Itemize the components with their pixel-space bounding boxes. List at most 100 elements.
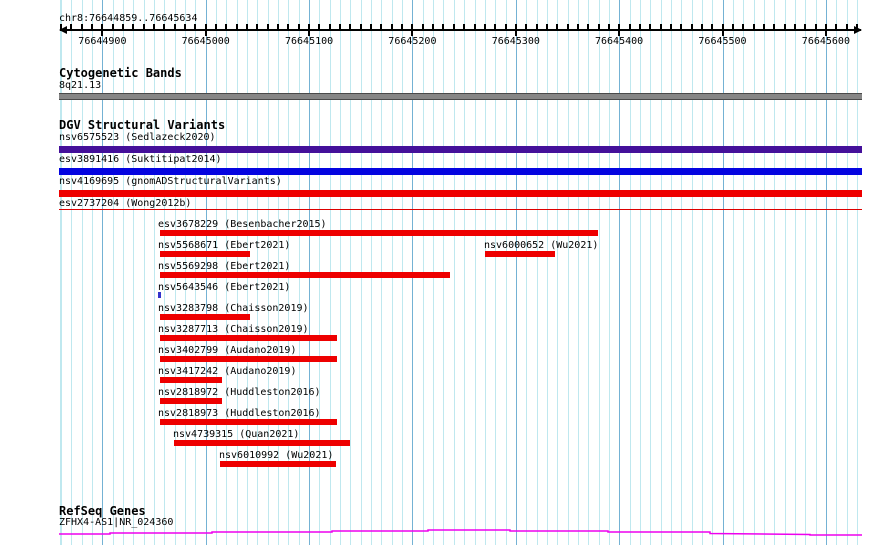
ruler-minor-tick: [680, 24, 682, 30]
variant-label[interactable]: nsv5568671 (Ebert2021): [158, 240, 290, 251]
variant-bar[interactable]: [59, 168, 862, 175]
ruler-minor-tick: [298, 24, 300, 30]
ruler-minor-tick: [122, 24, 124, 30]
ruler-minor-tick: [587, 24, 589, 30]
ruler-minor-tick: [474, 24, 476, 30]
variant-label[interactable]: nsv3402799 (Audano2019): [158, 345, 296, 356]
variant-bar[interactable]: [160, 314, 250, 320]
ruler-minor-tick: [442, 24, 444, 30]
ruler-minor-tick: [577, 24, 579, 30]
ruler-tick-label: 76645100: [279, 36, 339, 47]
variant-bar[interactable]: [220, 461, 336, 467]
gridline-major: [102, 0, 103, 545]
ruler-minor-tick: [287, 24, 289, 30]
gridline-minor: [475, 0, 476, 545]
variant-label[interactable]: nsv5569298 (Ebert2021): [158, 261, 290, 272]
gridline-minor: [557, 0, 558, 545]
variant-label[interactable]: nsv4169695 (gnomADStructuralVariants): [59, 176, 282, 187]
variant-label[interactable]: nsv3417242 (Audano2019): [158, 366, 296, 377]
ruler-minor-tick: [380, 24, 382, 30]
ruler-tick-label: 76644900: [72, 36, 132, 47]
ruler-tick-label: 76645500: [693, 36, 753, 47]
ruler-minor-tick: [432, 24, 434, 30]
gridline-minor: [847, 0, 848, 545]
gridline-minor: [681, 0, 682, 545]
ruler-minor-tick: [60, 24, 62, 30]
ruler-minor-tick: [184, 24, 186, 30]
gridline-minor: [609, 0, 610, 545]
gridline-minor: [547, 0, 548, 545]
ruler-minor-tick: [804, 24, 806, 30]
variant-label[interactable]: nsv3283798 (Chaisson2019): [158, 303, 309, 314]
gridline-minor: [816, 0, 817, 545]
ruler-minor-tick: [567, 24, 569, 30]
gridline-minor: [764, 0, 765, 545]
variant-label[interactable]: nsv6575523 (Sedlazeck2020): [59, 132, 216, 143]
gridline-minor: [692, 0, 693, 545]
ruler-minor-tick: [194, 24, 196, 30]
gridline-minor: [133, 0, 134, 545]
ruler-minor-tick: [763, 24, 765, 30]
ruler-tick-label: 76645000: [176, 36, 236, 47]
section-header-dgv-structural-variants: DGV Structural Variants: [59, 119, 225, 132]
ruler-major-tick: [308, 24, 310, 36]
gridline-minor: [661, 0, 662, 545]
variant-bar[interactable]: [160, 356, 337, 362]
gridline-minor: [805, 0, 806, 545]
variant-label[interactable]: nsv4739315 (Quan2021): [173, 429, 299, 440]
variant-bar[interactable]: [160, 335, 337, 341]
ruler-minor-tick: [846, 24, 848, 30]
genome-browser-view: chr8:76644859..76645634 7664490076645000…: [0, 0, 890, 545]
ruler-minor-tick: [153, 24, 155, 30]
variant-label[interactable]: nsv3287713 (Chaisson2019): [158, 324, 309, 335]
variant-label[interactable]: nsv2818973 (Huddleston2016): [158, 408, 321, 419]
gridline-major: [826, 0, 827, 545]
cytoband-label: 8q21.13: [59, 80, 101, 91]
gridline-minor: [123, 0, 124, 545]
ruler-major-tick: [825, 24, 827, 36]
variant-label[interactable]: nsv6000652 (Wu2021): [484, 240, 598, 251]
variant-label[interactable]: esv3678229 (Besenbacher2015): [158, 219, 327, 230]
ruler-minor-tick: [608, 24, 610, 30]
ruler-minor-tick: [112, 24, 114, 30]
ruler-minor-tick: [256, 24, 258, 30]
variant-bar[interactable]: [160, 398, 222, 404]
variant-bar[interactable]: [174, 440, 350, 446]
gridline-minor: [712, 0, 713, 545]
variant-label[interactable]: esv3891416 (Suktitipat2014): [59, 154, 222, 165]
ruler-major-tick: [722, 24, 724, 36]
ruler-minor-tick: [277, 24, 279, 30]
ruler-minor-tick: [484, 24, 486, 30]
variant-bar[interactable]: [485, 251, 555, 257]
variant-bar[interactable]: [160, 377, 222, 383]
variant-bar[interactable]: [158, 292, 161, 298]
variant-bar[interactable]: [160, 272, 450, 278]
ruler-minor-tick: [598, 24, 600, 30]
ruler-minor-tick: [422, 24, 424, 30]
gridline-minor: [588, 0, 589, 545]
variant-bar[interactable]: [160, 230, 598, 236]
gridline-minor: [485, 0, 486, 545]
variant-label[interactable]: nsv6010992 (Wu2021): [219, 450, 333, 461]
ruler-minor-tick: [556, 24, 558, 30]
variant-bar[interactable]: [59, 146, 862, 153]
ruler-minor-tick: [753, 24, 755, 30]
variant-label[interactable]: nsv5643546 (Ebert2021): [158, 282, 290, 293]
variant-bar[interactable]: [160, 419, 337, 425]
variant-bar[interactable]: [59, 190, 862, 197]
section-header-cytogenetic-bands: Cytogenetic Bands: [59, 67, 182, 80]
ruler-minor-tick: [660, 24, 662, 30]
gridline-minor: [154, 0, 155, 545]
gridline-minor: [774, 0, 775, 545]
gridline-minor: [650, 0, 651, 545]
variant-bar[interactable]: [160, 251, 250, 257]
ruler-major-tick: [515, 24, 517, 36]
gridline-minor: [568, 0, 569, 545]
ruler-minor-tick: [267, 24, 269, 30]
gridline-major: [516, 0, 517, 545]
variant-label[interactable]: nsv2818972 (Huddleston2016): [158, 387, 321, 398]
ruler-major-tick: [205, 24, 207, 36]
variant-label[interactable]: esv2737204 (Wong2012b): [59, 198, 191, 209]
variant-bar[interactable]: [59, 209, 862, 210]
cytoband-bar[interactable]: [59, 93, 862, 100]
